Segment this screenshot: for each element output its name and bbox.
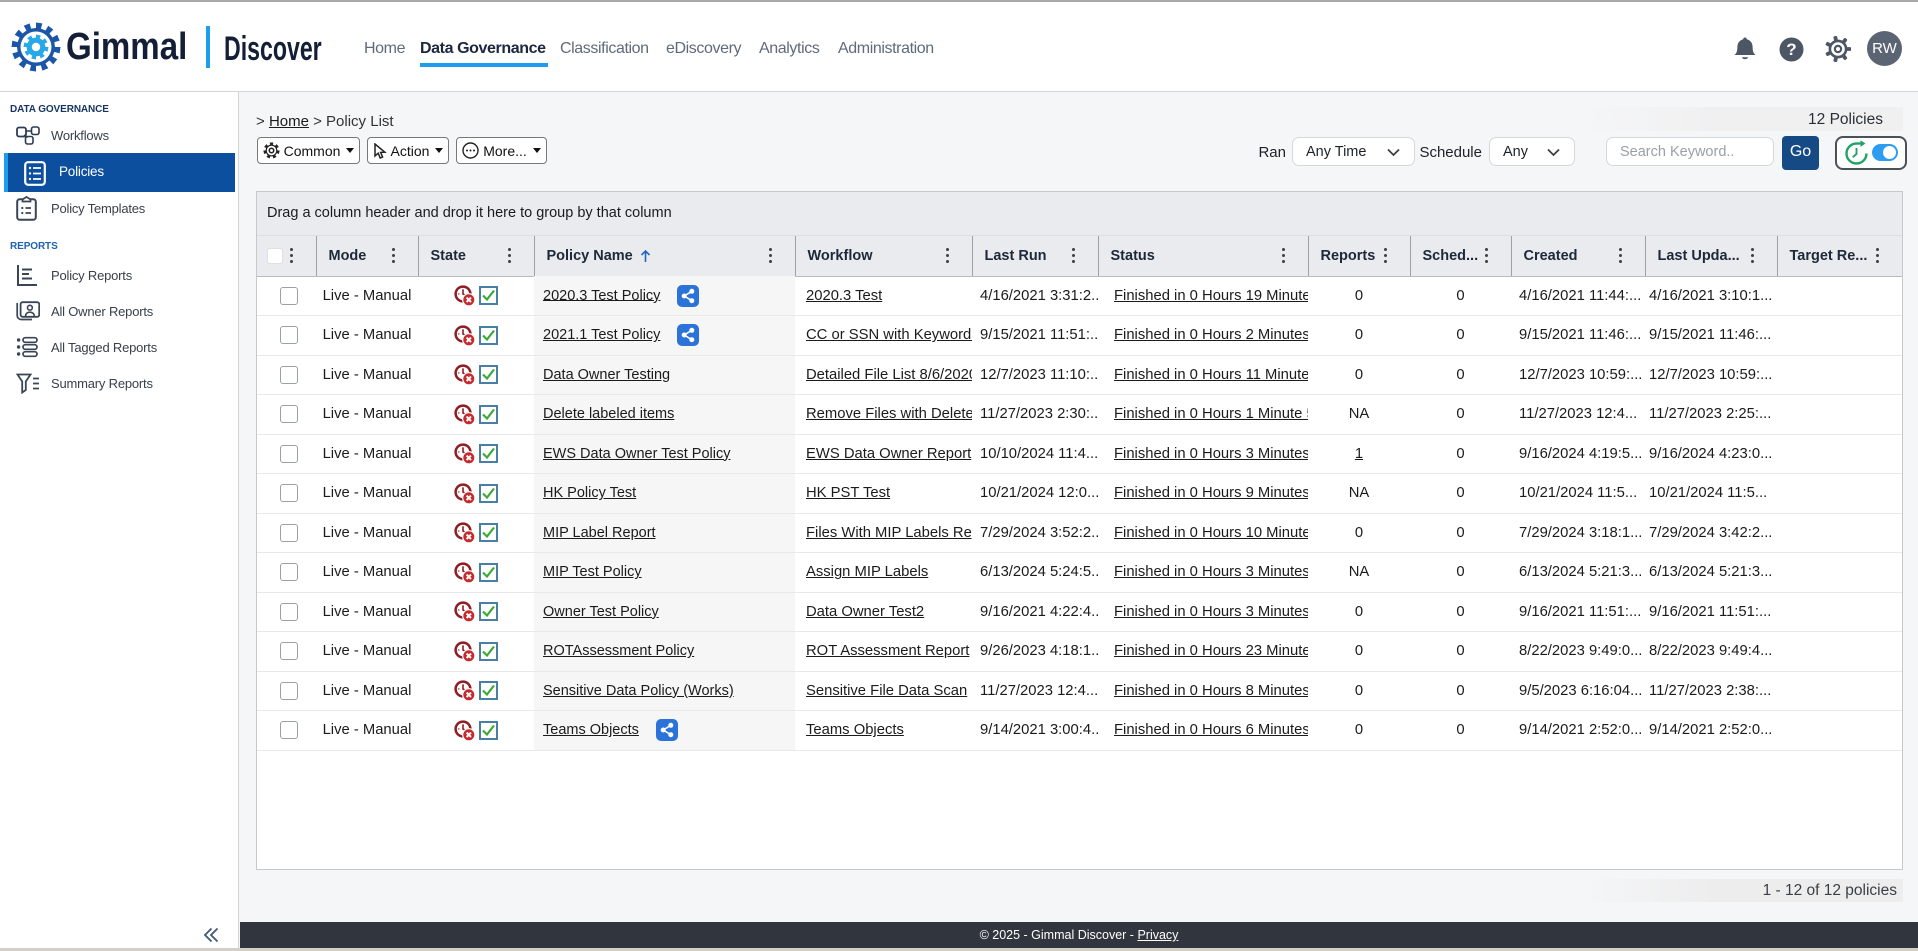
- svg-text:?: ?: [1786, 40, 1796, 59]
